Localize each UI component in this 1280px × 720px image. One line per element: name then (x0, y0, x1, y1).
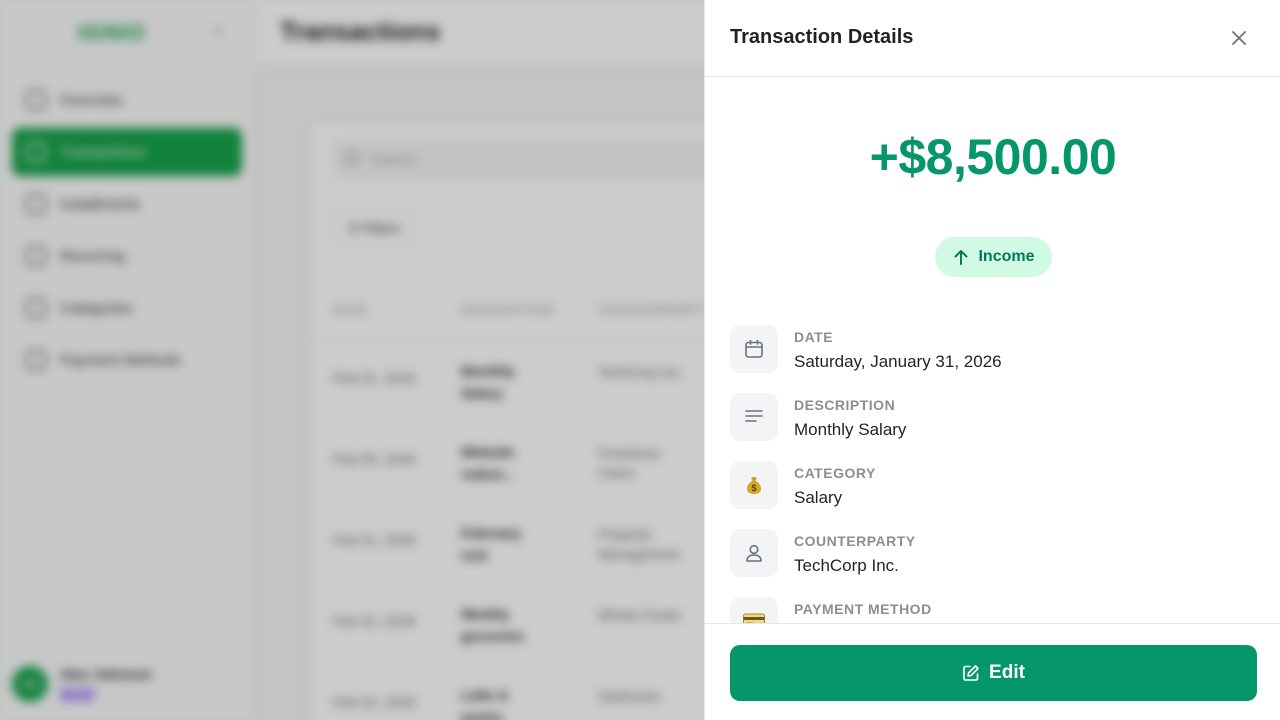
detail-label: PAYMENT METHOD (794, 601, 932, 617)
user-icon (730, 529, 778, 577)
credit-card-icon (730, 597, 778, 623)
svg-text:$: $ (751, 483, 756, 493)
close-button[interactable] (1225, 24, 1253, 52)
detail-category: $ CATEGORY Salary (730, 461, 1250, 509)
detail-value: Salary (794, 488, 843, 507)
edit-button-label: Edit (989, 662, 1025, 683)
detail-value: TechCorp Inc. (794, 556, 899, 575)
drawer-title: Transaction Details (730, 26, 914, 48)
detail-label: CATEGORY (794, 465, 876, 481)
edit-button[interactable]: Edit (730, 645, 1257, 701)
edit-icon (963, 665, 979, 681)
drawer-footer: Edit (705, 623, 1280, 720)
close-icon (1232, 31, 1246, 45)
calendar-icon (730, 325, 778, 373)
detail-date: DATE Saturday, January 31, 2026 (730, 325, 1250, 373)
drawer-header: Transaction Details (705, 0, 1280, 77)
description-lines-icon (730, 393, 778, 441)
transaction-amount: +$8,500.00 (869, 129, 1117, 185)
detail-description: DESCRIPTION Monthly Salary (730, 393, 1250, 441)
details-list: DATE Saturday, January 31, 2026 DESCRIPT… (730, 325, 1250, 623)
detail-value: Monthly Salary (794, 420, 907, 439)
type-badge-label: Income (978, 248, 1035, 265)
detail-label: COUNTERPARTY (794, 533, 916, 549)
detail-value: Saturday, January 31, 2026 (794, 352, 1002, 371)
type-badge: Income (935, 237, 1052, 277)
arrow-up-icon (954, 250, 968, 265)
detail-counterparty: COUNTERPARTY TechCorp Inc. (730, 529, 1250, 577)
money-bag-icon: $ (730, 461, 778, 509)
detail-payment-method: PAYMENT METHOD (730, 597, 1250, 623)
transaction-details-drawer: Transaction Details +$8,500.00 Income DA… (704, 0, 1280, 720)
detail-label: DATE (794, 329, 834, 345)
detail-label: DESCRIPTION (794, 397, 896, 413)
